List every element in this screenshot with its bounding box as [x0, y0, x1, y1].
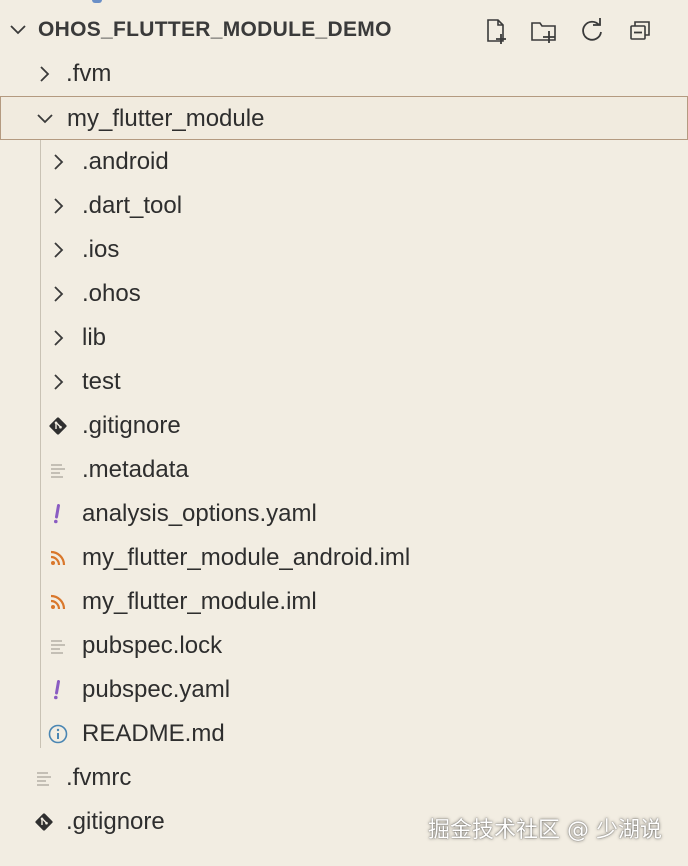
yaml-exclamation-icon — [48, 504, 68, 524]
chevron-right-icon[interactable] — [48, 372, 68, 392]
folder-row[interactable]: test — [0, 360, 688, 404]
folder-label: .ios — [82, 236, 120, 263]
folder-row[interactable]: .android — [0, 140, 688, 184]
folder-row[interactable]: .ohos — [0, 272, 688, 316]
text-lines-icon — [48, 460, 68, 480]
new-folder-icon[interactable] — [528, 16, 560, 46]
explorer-header[interactable]: OHOS_FLUTTER_MODULE_DEMO — [0, 8, 688, 52]
rss-icon — [48, 548, 68, 568]
file-row[interactable]: pubspec.yaml — [0, 668, 688, 712]
folder-label: test — [82, 368, 121, 395]
folder-row[interactable]: .dart_tool — [0, 184, 688, 228]
folder-label: .fvm — [66, 60, 112, 87]
info-icon — [48, 724, 68, 744]
file-label: analysis_options.yaml — [82, 500, 317, 527]
folder-label: my_flutter_module — [67, 105, 265, 132]
file-row[interactable]: analysis_options.yaml — [0, 492, 688, 536]
scroll-indicator — [92, 0, 102, 3]
folder-label: lib — [82, 324, 107, 351]
file-label: .metadata — [82, 456, 189, 483]
chevron-right-icon[interactable] — [48, 196, 68, 216]
folder-label: .ohos — [82, 280, 141, 307]
file-label: my_flutter_module_android.iml — [82, 544, 411, 571]
watermark: 掘金技术社区 @ 少湖说 — [428, 818, 662, 843]
chevron-right-icon[interactable] — [48, 284, 68, 304]
chevron-right-icon[interactable] — [48, 328, 68, 348]
chevron-right-icon[interactable] — [34, 64, 54, 84]
folder-row[interactable]: lib — [0, 316, 688, 360]
file-row[interactable]: .fvmrc — [0, 756, 688, 800]
file-row[interactable]: pubspec.lock — [0, 624, 688, 668]
file-row[interactable]: .metadata — [0, 448, 688, 492]
file-row[interactable]: .gitignore — [0, 404, 688, 448]
chevron-right-icon[interactable] — [48, 240, 68, 260]
chevron-down-icon[interactable] — [35, 109, 55, 129]
file-label: my_flutter_module.iml — [82, 588, 317, 615]
refresh-icon[interactable] — [576, 16, 608, 46]
file-row[interactable]: README.md — [0, 712, 688, 756]
file-label: .gitignore — [66, 808, 165, 835]
file-row[interactable]: my_flutter_module_android.iml — [0, 536, 688, 580]
text-lines-icon — [48, 636, 68, 656]
chevron-down-icon[interactable] — [8, 20, 28, 40]
file-label: .fvmrc — [66, 764, 132, 791]
new-file-icon[interactable] — [480, 16, 512, 46]
project-title[interactable]: OHOS_FLUTTER_MODULE_DEMO — [38, 18, 392, 42]
file-label: pubspec.lock — [82, 632, 223, 659]
text-lines-icon — [34, 768, 54, 788]
chevron-right-icon[interactable] — [48, 152, 68, 172]
file-label: README.md — [82, 720, 225, 747]
folder-label: .dart_tool — [82, 192, 183, 219]
collapse-all-icon[interactable] — [624, 16, 656, 46]
folder-row[interactable]: my_flutter_module — [0, 96, 688, 140]
folder-label: .android — [82, 148, 169, 175]
git-icon — [34, 812, 54, 832]
yaml-exclamation-icon — [48, 680, 68, 700]
rss-icon — [48, 592, 68, 612]
git-icon — [48, 416, 68, 436]
file-row[interactable]: my_flutter_module.iml — [0, 580, 688, 624]
folder-row[interactable]: .fvm — [0, 52, 688, 96]
file-explorer: OHOS_FLUTTER_MODULE_DEMO .fvm my_flutter_… — [0, 0, 688, 866]
file-tree: .fvm my_flutter_module .android .dart_tool.… — [0, 52, 688, 844]
file-label: pubspec.yaml — [82, 676, 231, 703]
file-label: .gitignore — [82, 412, 181, 439]
folder-row[interactable]: .ios — [0, 228, 688, 272]
